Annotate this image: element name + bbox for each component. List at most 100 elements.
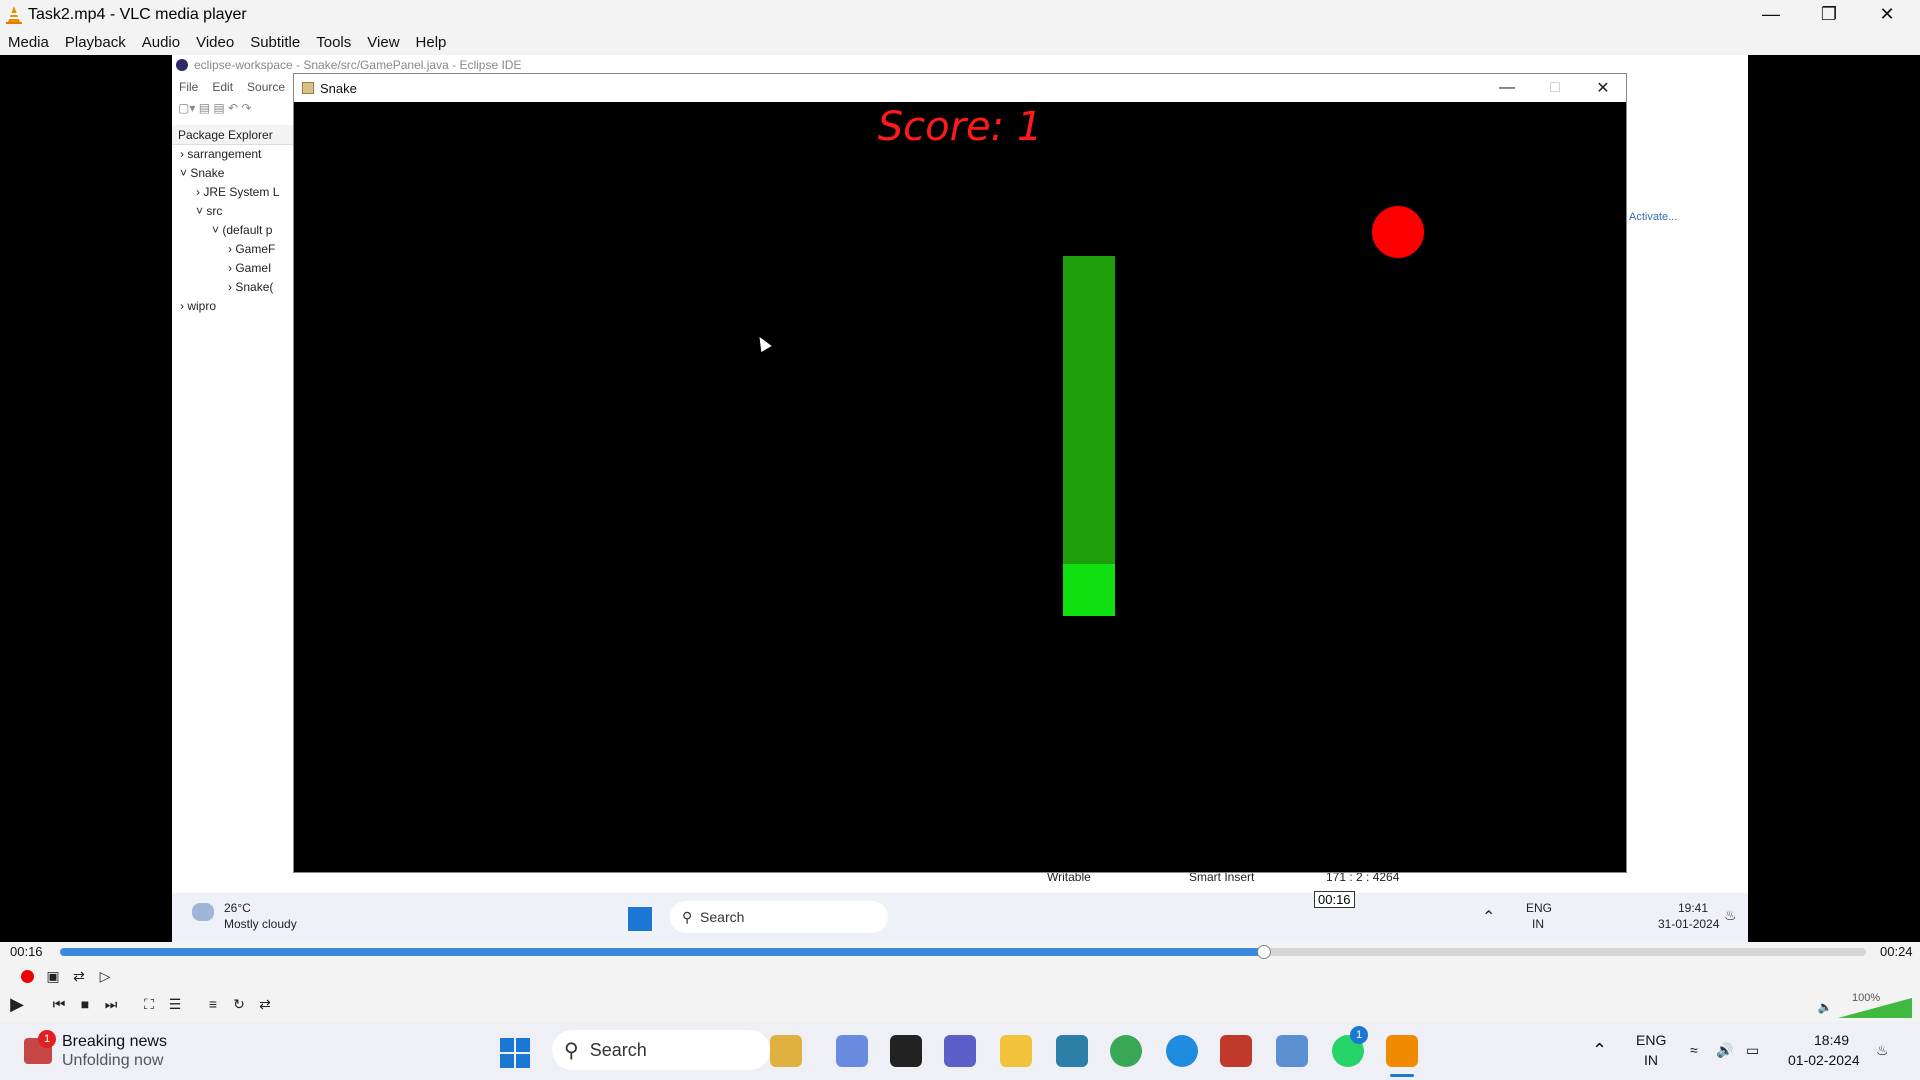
restore-icon[interactable]: ❐ [1800, 0, 1858, 29]
extended-settings-button[interactable]: ☰ [164, 993, 186, 1015]
weather-desc: Mostly cloudy [224, 917, 297, 931]
edge-icon[interactable] [1166, 1035, 1198, 1067]
fullscreen-button[interactable]: ⛶ [138, 993, 160, 1015]
tree-item[interactable]: › wipro [172, 297, 294, 316]
region-indicator: IN [1644, 1052, 1658, 1068]
mute-icon[interactable]: 🔈 [1814, 996, 1836, 1018]
tray-chevron-icon[interactable]: ⌃ [1482, 907, 1495, 927]
vlc-window-title: Task2.mp4 - VLC media player [28, 5, 247, 23]
tree-item[interactable]: › GameF [172, 240, 294, 259]
menu-tools[interactable]: Tools [308, 34, 359, 51]
video-surface[interactable]: eclipse-workspace - Snake/src/GamePanel.… [0, 55, 1920, 942]
wifi-icon[interactable]: ≈ [1690, 1042, 1698, 1058]
tree-item[interactable]: › sarrangement [172, 145, 294, 164]
loop-ab-button[interactable]: ⇄ [68, 965, 90, 987]
snake-window: Snake — □ ✕ Score: 1 [293, 73, 1627, 873]
snapshot-button[interactable]: ▣ [42, 965, 64, 987]
file-explorer-icon[interactable] [1000, 1035, 1032, 1067]
game-canvas[interactable]: Score: 1 [294, 102, 1626, 872]
seek-bar-handle[interactable] [1257, 945, 1272, 959]
frame-step-button[interactable]: ▷ [94, 965, 116, 987]
eclipse-menu-file[interactable]: File [172, 80, 205, 94]
lang-indicator[interactable]: ENG [1636, 1032, 1666, 1048]
arduino-icon[interactable] [1056, 1035, 1088, 1067]
recorded-taskbar: 26°C Mostly cloudy ⚲ Search ⌃ ENG IN 19:… [172, 893, 1748, 942]
tree-item[interactable]: › JRE System L [172, 183, 294, 202]
package-explorer-tab[interactable]: Package Explorer [172, 125, 294, 145]
eclipse-title: eclipse-workspace - Snake/src/GamePanel.… [194, 58, 522, 72]
tree-item[interactable]: ˅ Snake [172, 164, 294, 183]
menu-subtitle[interactable]: Subtitle [242, 34, 308, 51]
shuffle-button[interactable]: ⇄ [254, 993, 276, 1015]
record-button[interactable] [16, 965, 38, 987]
notification-bell-icon[interactable]: ♨ [1876, 1042, 1889, 1059]
copilot-icon[interactable] [836, 1035, 868, 1067]
windows-start-icon[interactable] [500, 1038, 530, 1068]
close-icon[interactable]: ✕ [1858, 0, 1916, 29]
volume-slider-fill [1838, 998, 1912, 1018]
news-widget[interactable]: 1 Breaking news Unfolding now [24, 1030, 224, 1072]
tray-chevron-icon[interactable]: ⌃ [1592, 1040, 1607, 1061]
briefcase-icon[interactable] [770, 1035, 802, 1067]
clock-date[interactable]: 01-02-2024 [1788, 1052, 1860, 1068]
vlc-taskbar-icon[interactable] [1386, 1035, 1418, 1067]
score-text: Score: 1 [877, 104, 1043, 150]
app-icon[interactable] [890, 1035, 922, 1067]
eclipse-menu-source[interactable]: Source [240, 80, 292, 94]
recorded-clock-date[interactable]: 31-01-2024 [1658, 917, 1719, 931]
apple [1372, 206, 1424, 258]
news-subtitle: Unfolding now [62, 1052, 164, 1069]
lang-indicator[interactable]: ENG [1526, 901, 1552, 915]
bell-icon[interactable]: ♨ [1724, 907, 1737, 924]
menu-help[interactable]: Help [408, 34, 455, 51]
chrome-icon[interactable] [1110, 1035, 1142, 1067]
search-icon: ⚲ [682, 908, 701, 925]
tree-item[interactable]: › Snake( [172, 278, 294, 297]
vlc-controls: 00:16 00:24 ▣ ⇄ ▷ ▶ ⏮ ■ ⏭ ⛶ ☰ ≡ ↻ ⇄ 🔈 10… [0, 942, 1920, 1022]
snake-maximize-icon[interactable]: □ [1532, 74, 1578, 102]
clock-time[interactable]: 18:49 [1814, 1032, 1849, 1048]
loop-button[interactable]: ↻ [228, 993, 250, 1015]
mouse-cursor-icon [754, 333, 772, 353]
java-app-icon[interactable] [1220, 1035, 1252, 1067]
playlist-button[interactable]: ≡ [202, 993, 224, 1015]
battery-icon[interactable]: ▭ [1746, 1042, 1759, 1059]
weather-temp: 26°C [224, 901, 251, 915]
menu-audio[interactable]: Audio [134, 34, 188, 51]
whatsapp-badge: 1 [1350, 1026, 1368, 1044]
tree-item[interactable]: › GameI [172, 259, 294, 278]
volume-icon[interactable]: 🔊 [1716, 1042, 1733, 1059]
menu-media[interactable]: Media [0, 34, 57, 51]
eclipse-toolbar: ▢▾ ▤ ▤ ↶ ↷ [178, 101, 252, 115]
play-button[interactable]: ▶ [6, 993, 28, 1015]
eclipse-icon [176, 59, 188, 71]
snake-minimize-icon[interactable]: — [1484, 74, 1530, 102]
time-elapsed: 00:16 [10, 944, 43, 959]
recorded-clock-time[interactable]: 19:41 [1678, 901, 1708, 915]
tree-item[interactable]: ˅ (default p [172, 221, 294, 240]
vlc-cone-icon [6, 5, 22, 24]
taskbar-search-box[interactable]: ⚲ Search [552, 1030, 770, 1070]
menu-playback[interactable]: Playback [57, 34, 134, 51]
next-button[interactable]: ⏭ [100, 993, 122, 1015]
seek-bar[interactable] [60, 945, 1866, 959]
package-explorer: Package Explorer › sarrangement ˅ Snake … [172, 125, 294, 665]
tree-item[interactable]: ˅ src [172, 202, 294, 221]
time-total: 00:24 [1880, 944, 1913, 959]
snake-close-icon[interactable]: ✕ [1580, 74, 1626, 102]
menu-video[interactable]: Video [188, 34, 242, 51]
activate-link[interactable]: Activate... [1629, 211, 1677, 223]
seek-bar-fill [60, 948, 1265, 956]
virtualbox-icon[interactable] [1276, 1035, 1308, 1067]
minimize-icon[interactable]: — [1742, 0, 1800, 29]
previous-button[interactable]: ⏮ [48, 993, 70, 1015]
screen: Task2.mp4 - VLC media player — ❐ ✕ Media… [0, 0, 1920, 1080]
stop-button[interactable]: ■ [74, 993, 96, 1015]
active-indicator [1390, 1074, 1414, 1077]
weather-icon [192, 903, 214, 921]
recorded-search-box[interactable]: ⚲ Search [670, 901, 888, 933]
eclipse-menu-edit[interactable]: Edit [205, 80, 240, 94]
menu-view[interactable]: View [359, 34, 407, 51]
teams-icon[interactable] [944, 1035, 976, 1067]
windows-start-icon[interactable] [628, 907, 652, 931]
